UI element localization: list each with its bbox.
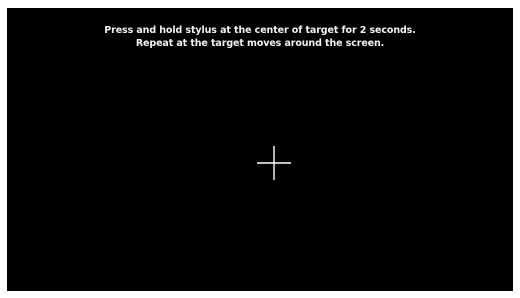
crosshair-icon xyxy=(257,146,291,180)
calibration-target[interactable] xyxy=(256,145,292,181)
calibration-screen[interactable]: Press and hold stylus at the center of t… xyxy=(7,8,513,291)
instruction-line-2: Repeat at the target moves around the sc… xyxy=(135,38,385,49)
instruction-line-1: Press and hold stylus at the center of t… xyxy=(104,25,416,36)
window-frame: Press and hold stylus at the center of t… xyxy=(0,0,520,298)
calibration-instructions: Press and hold stylus at the center of t… xyxy=(7,24,513,50)
